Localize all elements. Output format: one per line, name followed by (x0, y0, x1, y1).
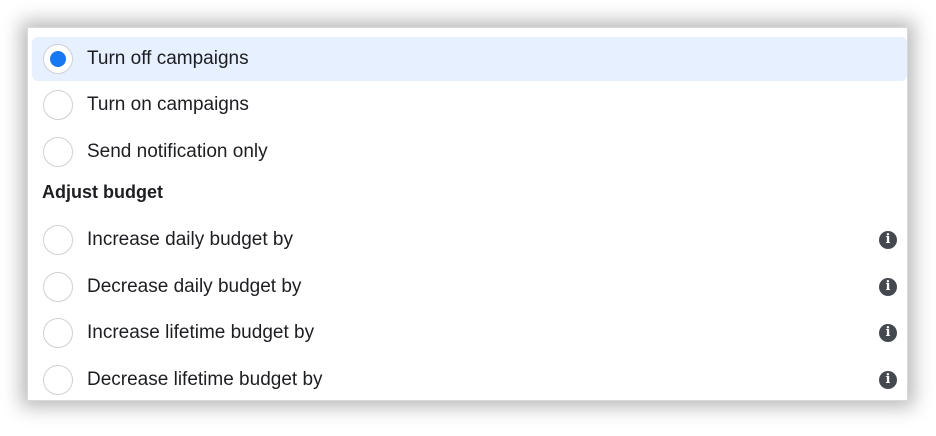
rule-action-panel: Turn off campaigns Turn on campaigns Sen… (27, 27, 908, 401)
option-label: Send notification only (87, 141, 268, 162)
option-label: Decrease daily budget by (87, 276, 302, 297)
option-label: Turn on campaigns (87, 94, 249, 115)
option-send-notification-only[interactable]: Send notification only (32, 130, 907, 174)
option-label: Decrease lifetime budget by (87, 369, 323, 390)
option-label: Turn off campaigns (87, 48, 249, 69)
option-increase-lifetime-budget[interactable]: Increase lifetime budget by i (32, 311, 907, 355)
radio-dot (50, 51, 66, 67)
option-decrease-lifetime-budget[interactable]: Decrease lifetime budget by i (32, 358, 907, 402)
option-decrease-daily-budget[interactable]: Decrease daily budget by i (32, 265, 907, 309)
info-icon[interactable]: i (879, 231, 897, 249)
option-label: Increase daily budget by (87, 229, 293, 250)
info-icon[interactable]: i (879, 324, 897, 342)
radio-button[interactable] (43, 365, 73, 395)
radio-button[interactable] (43, 318, 73, 348)
option-turn-on-campaigns[interactable]: Turn on campaigns (32, 83, 907, 127)
radio-button-selected[interactable] (43, 44, 73, 74)
option-label: Increase lifetime budget by (87, 322, 315, 343)
radio-button[interactable] (43, 225, 73, 255)
info-icon[interactable]: i (879, 371, 897, 389)
section-heading-adjust-budget: Adjust budget (42, 182, 163, 202)
option-turn-off-campaigns[interactable]: Turn off campaigns (32, 37, 907, 81)
option-increase-daily-budget[interactable]: Increase daily budget by i (32, 218, 907, 262)
radio-button[interactable] (43, 137, 73, 167)
radio-button[interactable] (43, 272, 73, 302)
radio-button[interactable] (43, 90, 73, 120)
info-icon[interactable]: i (879, 278, 897, 296)
